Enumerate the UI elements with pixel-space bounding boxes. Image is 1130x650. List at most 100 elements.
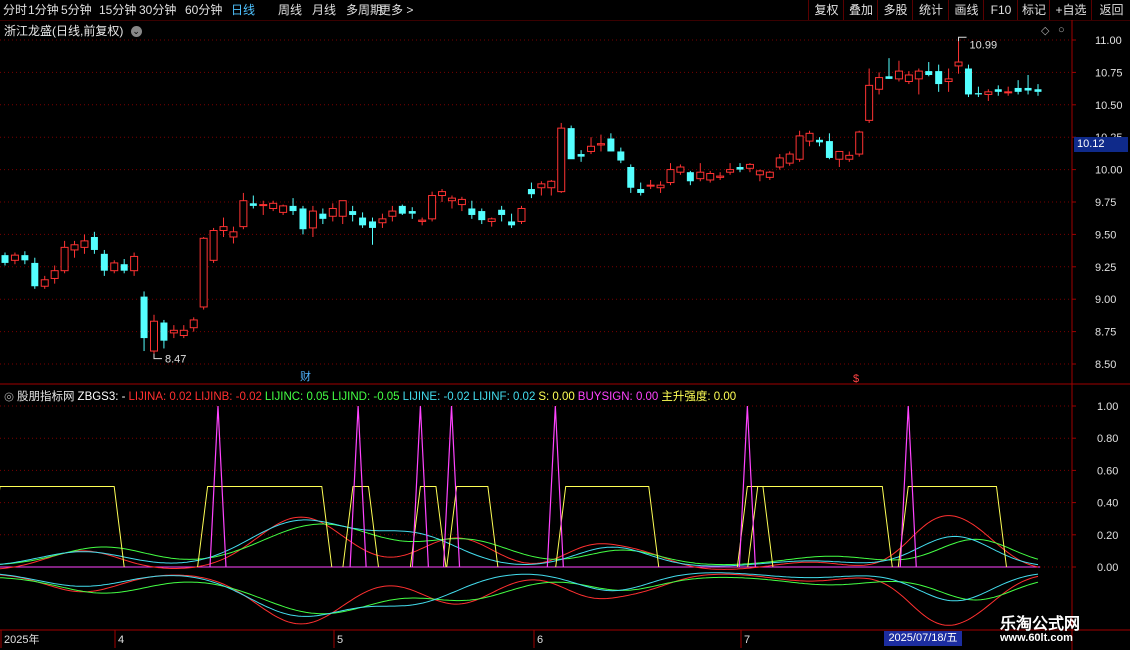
s-step-segment	[446, 486, 499, 568]
price-tick-label: 9.75	[1095, 197, 1116, 209]
candle-body	[1004, 91, 1013, 94]
indicator-value-0: ZBGS3: -	[77, 391, 126, 403]
candle-body	[637, 189, 645, 193]
candle-body	[716, 175, 725, 178]
candle-body	[617, 151, 625, 161]
indicator-value-4: LIJIND: -0.05	[331, 391, 400, 403]
chart-canvas[interactable]: 11.0010.7510.5010.2510.009.759.509.259.0…	[0, 0, 1130, 650]
candle-body	[994, 89, 1002, 92]
indicator-legend: ◎ 股朋指标网 ZBGS3: - LIJINA: 0.02 LIJINB: -0.02 L…	[4, 388, 739, 404]
candle-body	[984, 91, 993, 95]
candle-body	[646, 184, 655, 187]
candle-body	[527, 189, 535, 195]
candle-body	[369, 221, 377, 228]
price-tick-label: 10.75	[1095, 67, 1123, 79]
price-tick-label: 11.00	[1095, 35, 1122, 47]
x-axis-label: 2025年	[4, 632, 39, 646]
candle-body	[825, 141, 833, 158]
candle-body	[745, 163, 754, 169]
candle-body	[954, 61, 963, 67]
candle-body	[487, 218, 496, 222]
candle-body	[537, 183, 546, 189]
s-step-segment	[342, 486, 379, 568]
candle-body	[140, 296, 148, 339]
candle-body	[249, 203, 257, 206]
lijine-line	[0, 519, 1039, 567]
indicator-value-8: BUYSIGN: 0.00	[577, 391, 659, 403]
candle-body	[755, 170, 764, 176]
candle-body	[547, 180, 556, 189]
candle-body	[855, 131, 864, 155]
candle-body	[676, 166, 685, 173]
price-tick-label: 8.50	[1095, 359, 1116, 371]
candle-body	[706, 172, 715, 181]
low-marker-line	[153, 353, 162, 360]
candle-body	[865, 84, 874, 121]
indicator-value-3: LIJINC: 0.05	[264, 391, 329, 403]
indicator-value-6: LIJINF: 0.02	[472, 391, 536, 403]
indicator-name[interactable]: 股朋指标网	[17, 391, 75, 403]
candle-body	[219, 226, 228, 232]
candle-body	[289, 205, 297, 212]
settings-icon[interactable]: ◎	[4, 391, 14, 403]
candle-body	[149, 320, 158, 352]
price-tick-label: 9.50	[1095, 229, 1116, 241]
candle-body	[438, 191, 447, 197]
candle-body	[120, 264, 128, 271]
candle-body	[785, 153, 794, 164]
candle-body	[666, 169, 675, 184]
candle-body	[229, 231, 238, 238]
candle-body	[557, 127, 566, 193]
x-axis-label: 4	[118, 634, 124, 646]
candle-body	[596, 143, 605, 146]
high-price-label: 10.99	[970, 39, 998, 51]
candle-body	[875, 77, 884, 90]
candle-body	[517, 207, 526, 222]
indicator-value-2: LIJINB: -0.02	[194, 391, 262, 403]
current-price-tag: 10.12	[1074, 137, 1128, 152]
candle-body	[418, 219, 427, 222]
candle-body	[686, 172, 694, 182]
candle-body	[269, 202, 278, 209]
candle-body	[964, 68, 972, 95]
candle-body	[447, 197, 456, 202]
candle-body	[656, 184, 665, 189]
candle-body	[894, 70, 903, 80]
low-price-label: 8.47	[165, 354, 186, 366]
candle-body	[925, 71, 933, 75]
candle-body	[209, 230, 218, 261]
candle-body	[308, 210, 317, 229]
candle-body	[835, 150, 844, 160]
candle-body	[974, 93, 982, 95]
candle-body	[130, 255, 139, 272]
candle-body	[736, 167, 744, 170]
candle-body	[765, 171, 774, 178]
candle-body	[408, 211, 416, 214]
candle-body	[239, 200, 248, 228]
candle-body	[478, 211, 486, 221]
candle-body	[627, 167, 635, 188]
candle-body	[90, 236, 98, 250]
candle-body	[457, 198, 466, 206]
candle-body	[428, 195, 437, 220]
watermark-url: www.60lt.com	[1000, 632, 1073, 644]
candle-body	[60, 246, 69, 272]
price-tick-label: 9.25	[1095, 262, 1116, 274]
cursor-date-tag: 2025/07/18/五	[884, 631, 962, 646]
candle-body	[319, 213, 327, 219]
candle-body	[914, 70, 923, 80]
candle-body	[508, 221, 516, 226]
indicator-value-1: LIJINA: 0.02	[128, 391, 192, 403]
indicator-tick-label: 0.00	[1097, 562, 1118, 574]
s-step-segment	[0, 486, 125, 568]
candle-body	[944, 78, 953, 82]
candle-body	[468, 208, 476, 215]
candle-body	[696, 171, 705, 180]
candle-body	[299, 208, 307, 230]
indicator-tick-label: 1.00	[1097, 401, 1118, 413]
s-step-segment	[555, 486, 660, 568]
candle-body	[80, 240, 89, 248]
indicator-tick-label: 0.20	[1097, 530, 1118, 542]
candle-body	[398, 205, 406, 214]
candle-body	[328, 207, 337, 217]
